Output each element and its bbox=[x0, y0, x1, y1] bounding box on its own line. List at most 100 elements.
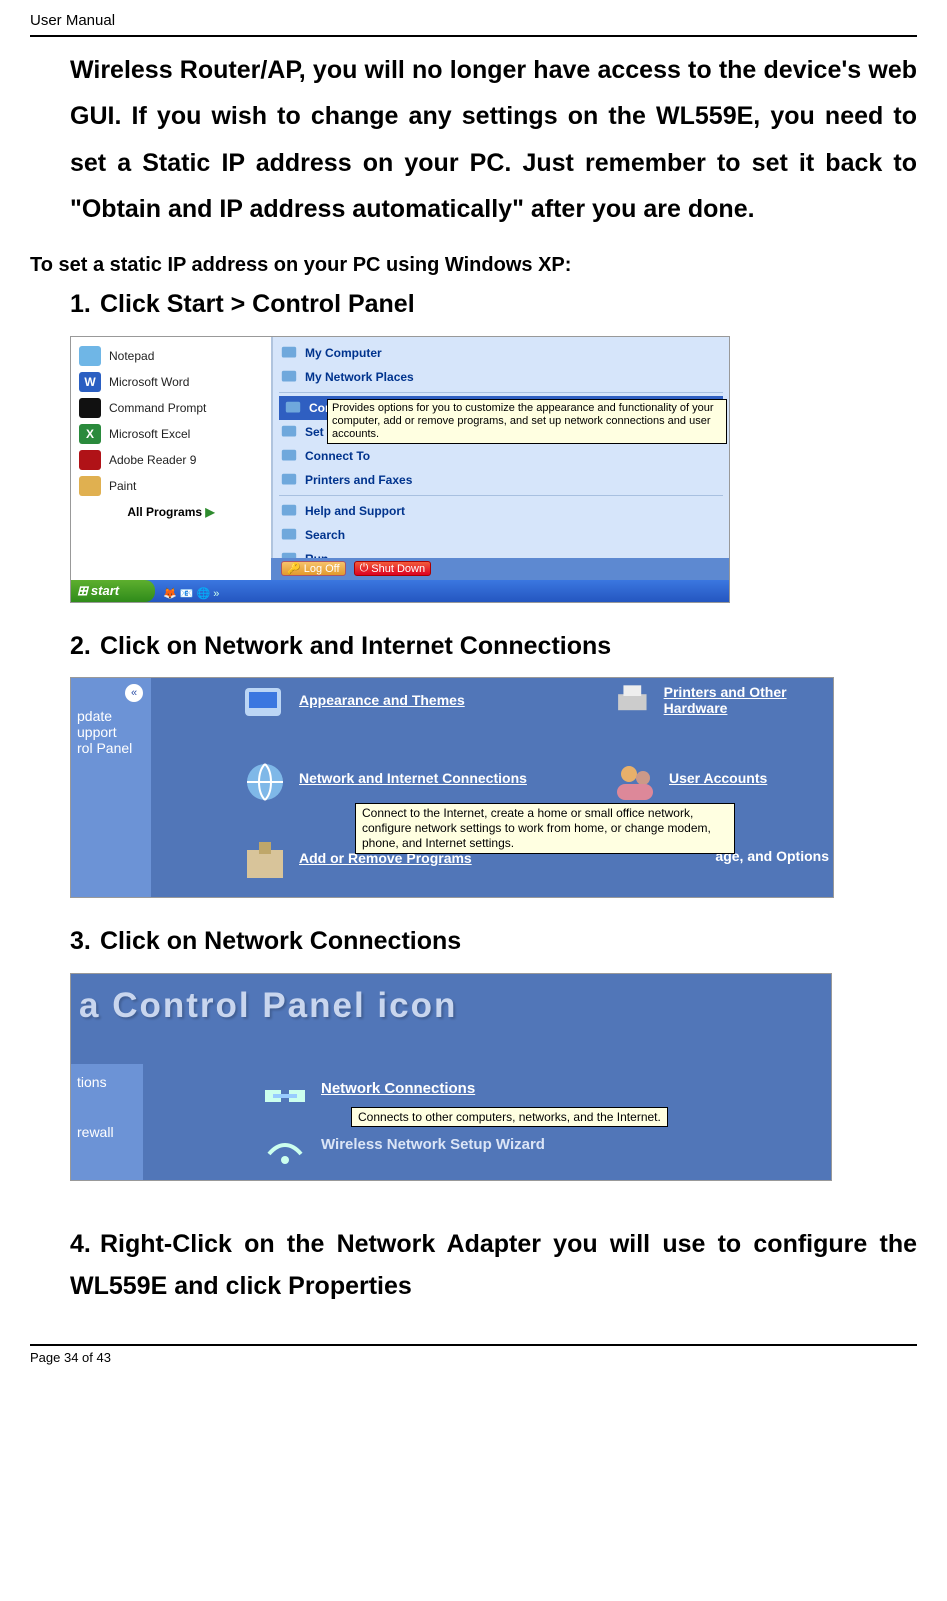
menu-item-icon bbox=[279, 368, 299, 386]
cp-side-panel-3: tions rewall bbox=[71, 1064, 143, 1180]
app-icon bbox=[79, 476, 101, 496]
tooltip-network-connections: Connects to other computers, networks, a… bbox=[351, 1107, 668, 1127]
log-off-button[interactable]: 🔑Log Off bbox=[281, 561, 346, 576]
page-header: User Manual bbox=[30, 8, 917, 37]
cat-users-label: User Accounts bbox=[669, 770, 767, 786]
start-right-label: Connect To bbox=[305, 449, 370, 463]
link-wireless-wizard[interactable]: Wireless Network Setup Wizard bbox=[261, 1126, 545, 1164]
side-item-1[interactable]: pdate bbox=[77, 708, 145, 724]
start-right-item[interactable]: My Computer bbox=[279, 341, 723, 365]
start-pinned-label: Microsoft Excel bbox=[109, 427, 190, 441]
menu-item-icon bbox=[279, 526, 299, 544]
step-1-text: Click Start > Control Panel bbox=[100, 290, 415, 318]
network-icon bbox=[241, 758, 289, 798]
app-icon: W bbox=[79, 372, 101, 392]
start-right-label: Printers and Faxes bbox=[305, 473, 412, 487]
side-item-3[interactable]: rol Panel bbox=[77, 740, 145, 756]
step-3-num: 3. bbox=[70, 920, 100, 963]
tooltip-network-internet: Connect to the Internet, create a home o… bbox=[355, 803, 735, 854]
start-button[interactable]: ⊞start bbox=[71, 580, 155, 602]
start-label: start bbox=[91, 583, 119, 598]
page-footer: Page 34 of 43 bbox=[30, 1344, 917, 1365]
step-4: 4.Right-Click on the Network Adapter you… bbox=[70, 1223, 917, 1308]
start-pinned-item[interactable]: X Microsoft Excel bbox=[79, 421, 263, 447]
start-pinned-label: Paint bbox=[109, 479, 136, 493]
printer-icon bbox=[611, 680, 654, 720]
start-pinned-item[interactable]: Adobe Reader 9 bbox=[79, 447, 263, 473]
side3-item-2[interactable]: rewall bbox=[77, 1124, 137, 1140]
start-right-item[interactable]: Printers and Faxes bbox=[279, 468, 723, 492]
start-pinned-label: Command Prompt bbox=[109, 401, 206, 415]
cp-side-panel: « pdate upport rol Panel bbox=[71, 678, 151, 897]
cat-network-label: Network and Internet Connections bbox=[299, 770, 527, 786]
network-connections-icon bbox=[261, 1070, 309, 1108]
step-2-num: 2. bbox=[70, 625, 100, 668]
start-right-label: Help and Support bbox=[305, 504, 405, 518]
cp-heading: a Control Panel icon bbox=[71, 974, 831, 1032]
start-left-column: Notepad W Microsoft Word Command Prompt X Mic… bbox=[71, 337, 271, 602]
app-icon bbox=[79, 346, 101, 366]
start-pinned-label: Microsoft Word bbox=[109, 375, 189, 389]
menu-item-icon bbox=[279, 471, 299, 489]
section-heading: To set a static IP address on your PC us… bbox=[30, 250, 917, 283]
start-right-item[interactable]: Search bbox=[279, 523, 723, 547]
step-2: 2.Click on Network and Internet Connecti… bbox=[70, 625, 917, 668]
app-icon: X bbox=[79, 424, 101, 444]
app-icon bbox=[79, 398, 101, 418]
windows-icon: ⊞ bbox=[77, 583, 88, 599]
step-2-text: Click on Network and Internet Connection… bbox=[100, 632, 611, 660]
chevron-up-icon[interactable]: « bbox=[125, 684, 143, 702]
users-icon bbox=[611, 758, 659, 798]
start-pinned-item[interactable]: Command Prompt bbox=[79, 395, 263, 421]
step-3-text: Click on Network Connections bbox=[100, 927, 461, 955]
link-wireless-wizard-label: Wireless Network Setup Wizard bbox=[321, 1136, 545, 1153]
appearance-icon bbox=[241, 680, 289, 720]
menu-item-icon bbox=[279, 447, 299, 465]
start-pinned-item[interactable]: Notepad bbox=[79, 343, 263, 369]
screenshot-start-menu: Notepad W Microsoft Word Command Prompt X Mic… bbox=[70, 336, 730, 603]
start-pinned-label: Adobe Reader 9 bbox=[109, 453, 196, 467]
arrow-right-icon: ▶ bbox=[205, 505, 214, 519]
step-4-text: Right-Click on the Network Adapter you w… bbox=[70, 1230, 917, 1301]
start-right-label: My Network Places bbox=[305, 370, 414, 384]
step-3: 3.Click on Network Connections bbox=[70, 920, 917, 963]
start-right-item[interactable]: My Network Places bbox=[279, 365, 723, 389]
start-pinned-item[interactable]: Paint bbox=[79, 473, 263, 499]
quick-launch-icons: 🦊 📧 🌐 » bbox=[163, 587, 219, 600]
cat-appearance-label: Appearance and Themes bbox=[299, 692, 465, 708]
power-icon: ⏻ bbox=[360, 562, 369, 575]
step-4-num: 4. bbox=[70, 1223, 100, 1266]
app-icon bbox=[79, 450, 101, 470]
cat-appearance[interactable]: Appearance and Themes bbox=[241, 680, 465, 720]
menu-item-icon bbox=[279, 344, 299, 362]
menu-item-icon bbox=[279, 502, 299, 520]
start-pinned-label: Notepad bbox=[109, 349, 154, 363]
key-icon: 🔑 bbox=[287, 562, 301, 575]
all-programs[interactable]: All Programs ▶ bbox=[79, 499, 263, 519]
start-right-label: Search bbox=[305, 528, 345, 542]
shut-down-button[interactable]: ⏻Shut Down bbox=[354, 561, 432, 576]
side3-item-1[interactable]: tions bbox=[77, 1074, 137, 1090]
cat-printers-label: Printers and Other Hardware bbox=[664, 684, 833, 716]
link-network-connections-label: Network Connections bbox=[321, 1080, 475, 1097]
logoff-bar: 🔑Log Off ⏻Shut Down bbox=[271, 558, 729, 580]
cat-users[interactable]: User Accounts bbox=[611, 758, 767, 798]
log-off-label: Log Off bbox=[304, 563, 340, 575]
link-network-connections[interactable]: Network Connections bbox=[261, 1070, 475, 1108]
menu-item-icon bbox=[279, 423, 299, 441]
side-item-2[interactable]: upport bbox=[77, 724, 145, 740]
menu-item-icon bbox=[283, 399, 303, 417]
intro-paragraph: Wireless Router/AP, you will no longer h… bbox=[30, 37, 917, 250]
start-right-label: My Computer bbox=[305, 346, 382, 360]
step-1: 1.Click Start > Control Panel bbox=[70, 283, 917, 326]
cat-printers[interactable]: Printers and Other Hardware bbox=[611, 680, 833, 720]
screenshot-network-connections: a Control Panel icon tions rewall Networ… bbox=[70, 973, 832, 1181]
screenshot-control-panel-categories: « pdate upport rol Panel Appearance and … bbox=[70, 677, 834, 898]
wireless-wizard-icon bbox=[261, 1126, 309, 1164]
start-right-item[interactable]: Connect To bbox=[279, 444, 723, 468]
start-right-item[interactable]: Help and Support bbox=[279, 499, 723, 523]
cat-network[interactable]: Network and Internet Connections bbox=[241, 758, 527, 798]
step-1-num: 1. bbox=[70, 283, 100, 326]
start-pinned-item[interactable]: W Microsoft Word bbox=[79, 369, 263, 395]
shut-down-label: Shut Down bbox=[371, 563, 425, 575]
